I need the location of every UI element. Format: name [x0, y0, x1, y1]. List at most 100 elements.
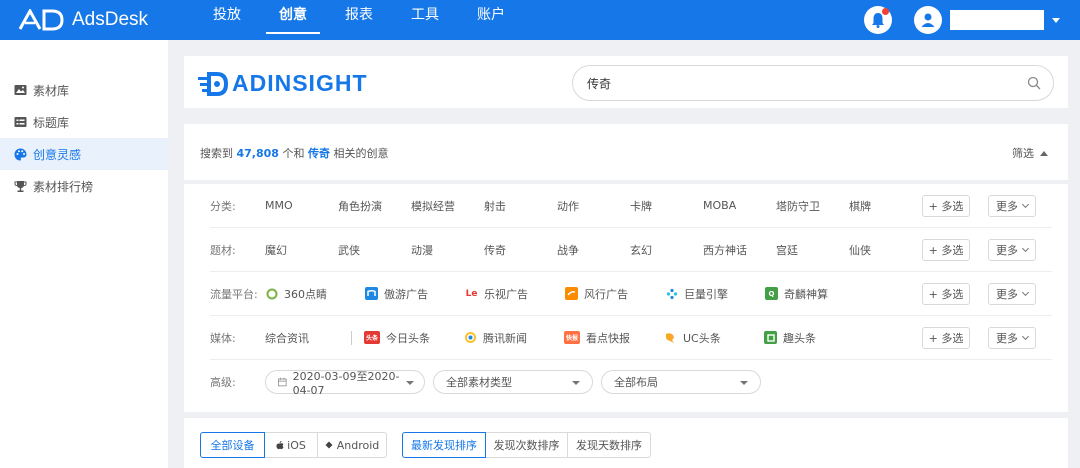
filter-option[interactable]: 动作	[557, 198, 630, 214]
multi-select-button[interactable]: + 多选	[922, 283, 970, 305]
more-button[interactable]: 更多	[988, 327, 1036, 349]
result-keyword: 传奇	[307, 147, 330, 160]
multi-select-button[interactable]: + 多选	[922, 195, 970, 217]
filter-option[interactable]: MMO	[265, 199, 338, 212]
device-android-button[interactable]: Android	[317, 432, 387, 458]
main-nav: 投放 创意 报表 工具 账户	[200, 0, 530, 40]
layout-value: 全部布局	[614, 376, 658, 389]
filter-option[interactable]: 战争	[557, 242, 630, 258]
device-ios-button[interactable]: iOS	[264, 432, 318, 458]
caret-up-icon	[1040, 150, 1048, 156]
filter-option[interactable]: MOBA	[703, 199, 776, 212]
sidebar-item-inspiration[interactable]: 创意灵感	[0, 138, 168, 170]
android-label: Android	[336, 438, 380, 452]
uc-icon	[664, 331, 677, 344]
filter-option[interactable]: 360点睛	[265, 286, 365, 302]
qilin-icon: Q	[765, 287, 778, 300]
filter-option[interactable]: 腾讯新闻	[464, 330, 564, 346]
search-box[interactable]	[572, 65, 1054, 101]
ios-label: iOS	[287, 438, 306, 452]
nav-item-account[interactable]: 账户	[464, 0, 518, 40]
material-type-value: 全部素材类型	[446, 376, 512, 389]
filter-option[interactable]: 傲游广告	[365, 286, 465, 302]
filter-option[interactable]: 宫廷	[776, 242, 849, 258]
sidebar-item-materials[interactable]: 素材库	[0, 74, 168, 106]
nav-item-reports[interactable]: 报表	[332, 0, 386, 40]
result-summary-card: 搜索到 47,808 个和 传奇 相关的创意 筛选	[184, 124, 1068, 180]
option-label: 傲游广告	[384, 287, 428, 301]
filter-option[interactable]: 射击	[484, 198, 557, 214]
main-content: ADINSIGHT 搜索到 47,808 个和 传奇 相关的创意 筛选 分类: …	[184, 56, 1068, 468]
user-avatar-icon[interactable]	[914, 6, 942, 34]
palette-icon	[14, 148, 27, 161]
filter-option[interactable]: 棋牌	[849, 198, 922, 214]
filter-option[interactable]: 传奇	[484, 242, 557, 258]
sidebar-item-label: 创意灵感	[33, 147, 82, 162]
filter-option[interactable]: UC头条	[664, 330, 764, 346]
filter-option[interactable]: 模拟经营	[411, 198, 484, 214]
chevron-down-icon	[1021, 200, 1030, 209]
filter-option[interactable]: 趣头条	[764, 330, 864, 346]
sort-latest-button[interactable]: 最新发现排序	[402, 432, 486, 458]
option-label: 风行广告	[584, 287, 628, 301]
date-range-picker[interactable]: 2020-03-09至2020-04-07	[265, 370, 425, 397]
user-menu-caret-icon[interactable]	[1052, 17, 1060, 23]
option-label: UC头条	[683, 331, 721, 345]
360-icon	[265, 287, 278, 300]
filter-option[interactable]: 玄幻	[630, 242, 703, 258]
nav-item-delivery[interactable]: 投放	[200, 0, 254, 40]
filter-option[interactable]: 角色扮演	[338, 198, 411, 214]
filter-label: 题材:	[210, 243, 236, 257]
sort-days-button[interactable]: 发现天数排序	[567, 432, 651, 458]
material-type-select[interactable]: 全部素材类型	[433, 370, 593, 394]
search-icon[interactable]	[1027, 76, 1041, 90]
filter-option[interactable]: 仙侠	[849, 242, 922, 258]
more-button[interactable]: 更多	[988, 239, 1036, 261]
filter-option[interactable]: 头条 今日头条	[364, 330, 464, 346]
option-label: 奇麟神算	[784, 287, 828, 301]
multi-select-button[interactable]: + 多选	[922, 327, 970, 349]
caret-down-icon	[406, 381, 414, 385]
filter-option[interactable]: 武侠	[338, 242, 411, 258]
filter-option[interactable]: 综合资讯	[265, 330, 337, 346]
filter-option[interactable]: Le 乐视广告	[465, 286, 565, 302]
sort-count-button[interactable]: 发现次数排序	[485, 432, 568, 458]
filter-option[interactable]: 魔幻	[265, 242, 338, 258]
funshion-icon	[565, 287, 578, 300]
sidebar-item-label: 素材库	[33, 83, 70, 98]
option-label: 腾讯新闻	[483, 331, 527, 345]
notification-bell-icon[interactable]	[864, 6, 892, 34]
adsdesk-logo-icon	[18, 7, 64, 31]
layout-select[interactable]: 全部布局	[601, 370, 761, 394]
nav-item-tools[interactable]: 工具	[398, 0, 452, 40]
calendar-icon	[278, 377, 287, 387]
result-prefix: 搜索到	[200, 147, 233, 160]
filter-option[interactable]: 风行广告	[565, 286, 665, 302]
nav-item-creative[interactable]: 创意	[266, 0, 320, 40]
image-folder-icon	[14, 84, 27, 97]
filter-option[interactable]: 快报 看点快报	[564, 330, 664, 346]
option-label: 看点快报	[586, 331, 630, 345]
adinsight-logo: ADINSIGHT	[198, 70, 368, 97]
filter-option[interactable]: 卡牌	[630, 198, 703, 214]
chevron-down-icon	[1021, 332, 1030, 341]
filter-toggle-button[interactable]: 筛选	[1012, 145, 1048, 161]
sidebar-item-ranking[interactable]: 素材排行榜	[0, 170, 168, 202]
filter-row-category: 分类: MMO 角色扮演 模拟经营 射击 动作 卡牌 MOBA 塔防守卫 棋牌 …	[210, 184, 1052, 228]
more-button[interactable]: 更多	[988, 283, 1036, 305]
sidebar-item-titles[interactable]: 标题库	[0, 106, 168, 138]
user-name-box[interactable]	[950, 10, 1044, 30]
filter-option[interactable]: 西方神话	[703, 242, 776, 258]
filter-option[interactable]: 动漫	[411, 242, 484, 258]
result-count: 47,808	[236, 147, 279, 160]
more-button[interactable]: 更多	[988, 195, 1036, 217]
filter-option[interactable]: 巨量引擎	[665, 286, 765, 302]
multi-select-button[interactable]: + 多选	[922, 239, 970, 261]
filter-option[interactable]: 塔防守卫	[776, 198, 849, 214]
brand[interactable]: AdsDesk	[18, 7, 198, 31]
filter-label: 流量平台:	[210, 287, 258, 301]
search-input[interactable]	[587, 76, 1027, 90]
device-all-button[interactable]: 全部设备	[200, 432, 265, 458]
filter-option[interactable]: Q 奇麟神算	[765, 286, 865, 302]
filter-row-platform: 流量平台: 360点睛 傲游广告 Le 乐视广告 风行广告 巨量引擎 Q 奇麟神…	[210, 272, 1052, 316]
